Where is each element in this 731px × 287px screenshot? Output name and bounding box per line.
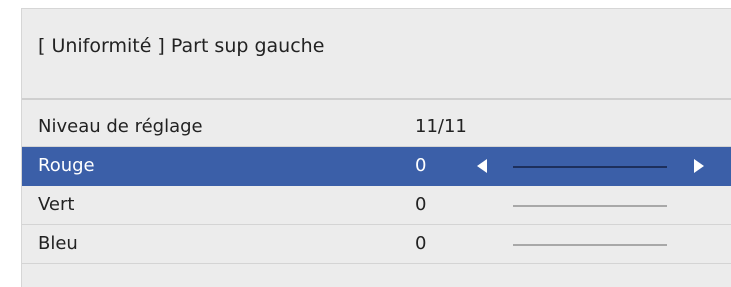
right-arrow-icon[interactable] <box>694 159 704 173</box>
uniformity-panel: [ Uniformité ] Part sup gauche Niveau de… <box>21 8 731 287</box>
setting-value: 0 <box>415 155 427 176</box>
setting-label: Bleu <box>38 233 78 254</box>
setting-row-blue[interactable]: Bleu 0 <box>22 225 731 264</box>
setting-value: 0 <box>415 194 427 215</box>
setting-label: Vert <box>38 194 75 215</box>
setting-row-red[interactable]: Rouge 0 <box>22 147 731 186</box>
settings-list: Niveau de réglage 11/11 Rouge 0 Vert 0 B… <box>22 108 731 264</box>
setting-row-adjustment-level[interactable]: Niveau de réglage 11/11 <box>22 108 731 147</box>
red-slider[interactable] <box>513 166 667 168</box>
setting-label: Rouge <box>38 155 95 176</box>
setting-label: Niveau de réglage <box>38 116 203 137</box>
setting-value: 11/11 <box>415 116 467 137</box>
panel-header: [ Uniformité ] Part sup gauche <box>22 9 731 100</box>
setting-row-green[interactable]: Vert 0 <box>22 186 731 225</box>
left-arrow-icon[interactable] <box>477 159 487 173</box>
blue-slider[interactable] <box>513 244 667 246</box>
setting-value: 0 <box>415 233 427 254</box>
page-title: [ Uniformité ] Part sup gauche <box>38 35 325 57</box>
green-slider[interactable] <box>513 205 667 207</box>
